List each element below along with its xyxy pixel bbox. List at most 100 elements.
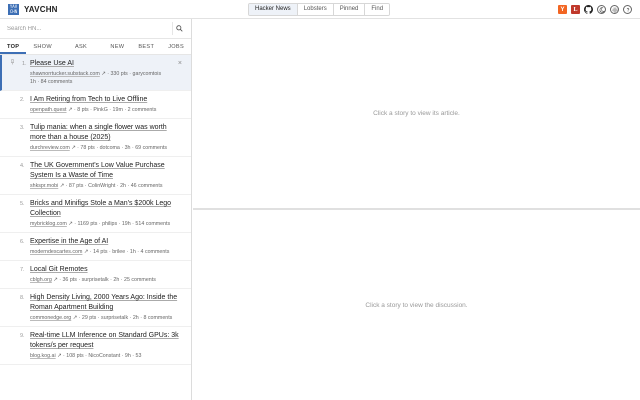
external-link-icon[interactable]: ↗ xyxy=(57,353,61,359)
tab-hacker-news[interactable]: Hacker News xyxy=(249,4,298,15)
story-meta: shkspr.mobi ↗ · 87 pts · ColinWright · 2… xyxy=(30,183,163,189)
search-icon xyxy=(176,25,183,32)
story-domain[interactable]: openpath.quest xyxy=(30,107,67,113)
story-rank: 7. xyxy=(20,267,25,273)
external-link-icon[interactable]: ↗ xyxy=(68,221,72,227)
story-user[interactable]: surprisetalk xyxy=(82,277,109,283)
story-user[interactable]: brilee xyxy=(112,249,125,255)
story-points: 8 pts xyxy=(77,107,89,113)
story-age: 2h xyxy=(120,183,126,189)
story-rank: 5. xyxy=(20,201,25,207)
story-title[interactable]: Local Git Remotes xyxy=(30,265,183,275)
story-comments[interactable]: 4 comments xyxy=(141,249,170,255)
story-age: 2h xyxy=(113,277,120,283)
story-item[interactable]: 5. Bricks and Minifigs Stole a Man's $20… xyxy=(0,195,191,233)
story-comments[interactable]: 46 comments xyxy=(131,183,163,189)
story-comments[interactable]: 2 comments xyxy=(128,107,157,113)
tab-ask-hn[interactable]: ASK HN xyxy=(68,39,103,66)
story-rank: 8. xyxy=(20,295,25,301)
story-title[interactable]: High Density Living, 2000 Years Ago: Ins… xyxy=(30,293,183,313)
story-points: 78 pts xyxy=(80,145,95,151)
search-input[interactable] xyxy=(7,21,172,36)
top-bar: YAV CHN YAVCHN Hacker News Lobsters Pinn… xyxy=(0,0,640,19)
story-comments[interactable]: 514 comments xyxy=(135,221,170,227)
story-item[interactable]: 2. I Am Retiring from Tech to Live Offli… xyxy=(0,91,191,119)
story-points: 36 pts xyxy=(62,277,77,283)
story-meta: commonedge.org ↗ · 29 pts · surprisetalk… xyxy=(30,315,173,321)
discussion-placeholder: Click a story to view the discussion. xyxy=(365,301,468,309)
story-comments[interactable]: 8 comments xyxy=(143,315,172,321)
search-bar xyxy=(0,19,191,39)
story-item[interactable]: 3. Tulip mania: when a single flower was… xyxy=(0,119,191,157)
story-domain[interactable]: shawnorrtucker.substack.com xyxy=(30,71,100,77)
story-domain[interactable]: blog.kog.ai xyxy=(30,353,56,359)
external-link-icon[interactable]: ↗ xyxy=(53,277,57,283)
pin-icon[interactable] xyxy=(10,59,15,67)
story-user[interactable]: dotcoma xyxy=(100,145,120,151)
tab-best[interactable]: BEST xyxy=(131,39,161,54)
story-meta: shawnorrtucker.substack.com ↗ · 330 pts … xyxy=(30,71,162,85)
story-domain[interactable]: shkspr.mobi xyxy=(30,183,58,189)
story-meta: mybricklog.com ↗ · 1169 pts · philips · … xyxy=(30,221,171,227)
story-title[interactable]: Please Use AI xyxy=(30,59,183,69)
story-item[interactable]: 1. × Please Use AI shawnorrtucker.substa… xyxy=(0,55,191,91)
tab-lobsters[interactable]: Lobsters xyxy=(297,4,334,15)
github-icon[interactable] xyxy=(584,5,593,14)
app-logo[interactable]: YAV CHN YAVCHN xyxy=(8,3,58,15)
help-icon[interactable] xyxy=(623,5,632,14)
story-user[interactable]: ColinWright xyxy=(88,183,115,189)
external-link-icon[interactable]: ↗ xyxy=(101,71,105,77)
story-item[interactable]: 4. The UK Government's Low Value Purchas… xyxy=(0,157,191,195)
tab-new[interactable]: NEW xyxy=(103,39,131,54)
external-link-icon[interactable]: ↗ xyxy=(71,145,75,151)
story-user[interactable]: NicoConstant xyxy=(88,353,120,359)
story-item[interactable]: 6. Expertise in the Age of AI moderndesc… xyxy=(0,233,191,261)
external-link-icon[interactable]: ↗ xyxy=(73,315,77,321)
tab-show-hn[interactable]: SHOW HN xyxy=(26,39,68,66)
tab-jobs[interactable]: JOBS xyxy=(161,39,191,54)
story-title[interactable]: Tulip mania: when a single flower was wo… xyxy=(30,123,183,143)
story-age: 19m xyxy=(112,107,123,113)
logo-line-2: CHN xyxy=(9,9,18,14)
story-title[interactable]: The UK Government's Low Value Purchase S… xyxy=(30,161,183,181)
story-comments[interactable]: 25 comments xyxy=(124,277,156,283)
search-button[interactable] xyxy=(172,22,186,35)
story-title[interactable]: Bricks and Minifigs Stole a Man's $200k … xyxy=(30,199,183,219)
story-rank: 6. xyxy=(20,239,25,245)
tab-find[interactable]: Find xyxy=(365,4,390,15)
tab-top[interactable]: TOP xyxy=(0,39,27,54)
story-age: 19h xyxy=(121,221,131,227)
lobsters-icon[interactable]: L xyxy=(571,5,580,14)
story-domain[interactable]: moderndescartes.com xyxy=(30,249,82,255)
story-title[interactable]: Expertise in the Age of AI xyxy=(30,237,183,247)
close-icon[interactable]: × xyxy=(178,60,182,67)
y-combinator-icon[interactable]: Y xyxy=(558,5,567,14)
story-item[interactable]: 8. High Density Living, 2000 Years Ago: … xyxy=(0,289,191,327)
external-link-icon[interactable]: ↗ xyxy=(84,249,88,255)
story-domain[interactable]: durchreview.com xyxy=(30,145,70,151)
story-meta: blog.kog.ai ↗ · 108 pts · NicoConstant ·… xyxy=(30,353,142,359)
story-user[interactable]: surprisetalk xyxy=(101,315,128,321)
story-user[interactable]: philips xyxy=(102,221,117,227)
story-domain[interactable]: cblgh.org xyxy=(30,277,52,283)
story-comments[interactable]: 53 xyxy=(136,353,142,359)
story-comments[interactable]: 84 comments xyxy=(41,79,73,85)
external-link-icon[interactable]: ↗ xyxy=(60,183,64,189)
article-panel: Click a story to view its article. xyxy=(193,19,640,209)
story-user[interactable]: PinkG xyxy=(93,107,107,113)
theme-toggle-icon[interactable] xyxy=(597,5,606,14)
header-icons: Y L xyxy=(554,4,632,15)
story-item[interactable]: 9. Real-time LLM Inference on Standard G… xyxy=(0,327,191,365)
story-title[interactable]: I Am Retiring from Tech to Live Offline xyxy=(30,95,183,105)
settings-icon[interactable] xyxy=(610,5,619,14)
story-title[interactable]: Real-time LLM Inference on Standard GPUs… xyxy=(30,331,183,351)
story-comments[interactable]: 69 comments xyxy=(135,145,167,151)
story-user[interactable]: garycomtois xyxy=(133,71,162,77)
story-domain[interactable]: commonedge.org xyxy=(30,315,71,321)
story-item[interactable]: 7. Local Git Remotes cblgh.org ↗ · 36 pt… xyxy=(0,261,191,289)
story-rank: 1. xyxy=(22,61,27,67)
tab-pinned[interactable]: Pinned xyxy=(333,4,366,15)
external-link-icon[interactable]: ↗ xyxy=(68,107,72,113)
source-tabs: Hacker News Lobsters Pinned Find xyxy=(248,3,391,16)
story-domain[interactable]: mybricklog.com xyxy=(30,221,67,227)
